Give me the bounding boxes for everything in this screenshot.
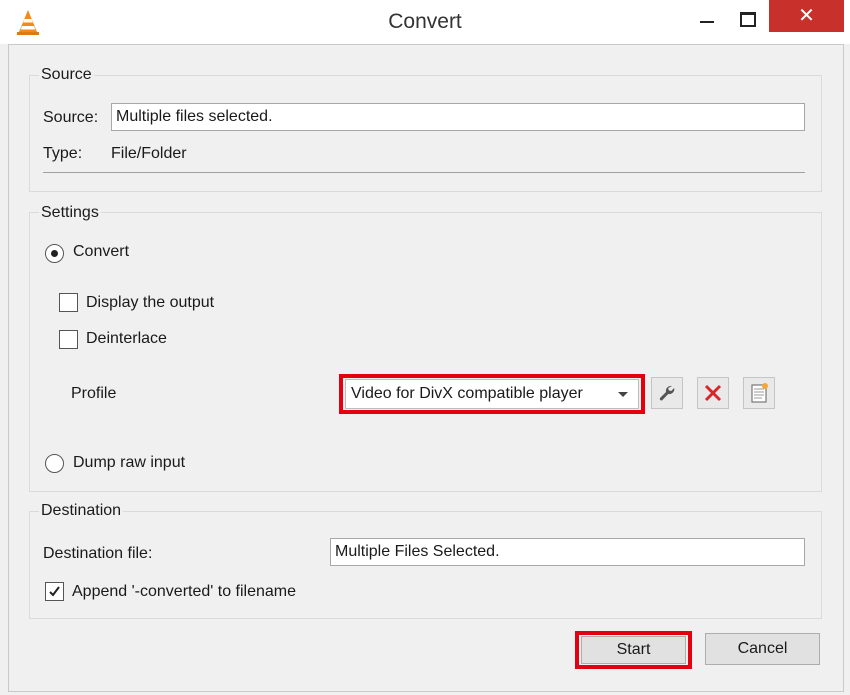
source-divider [43, 172, 805, 173]
radio-selected-dot [51, 250, 58, 257]
convert-radio[interactable] [45, 244, 64, 263]
source-group [29, 75, 822, 192]
delete-profile-button[interactable] [697, 377, 729, 409]
maximize-button[interactable] [730, 6, 764, 34]
deinterlace-label[interactable]: Deinterlace [86, 330, 167, 348]
profile-label: Profile [71, 385, 117, 402]
edit-profile-button[interactable] [651, 377, 683, 409]
cancel-button[interactable]: Cancel [705, 633, 820, 665]
append-converted-checkbox[interactable] [45, 582, 64, 601]
type-label: Type: [43, 145, 83, 162]
close-icon: ✕ [798, 5, 815, 27]
convert-radio-label[interactable]: Convert [73, 243, 129, 261]
chevron-down-icon [618, 392, 628, 397]
close-button[interactable]: ✕ [769, 0, 844, 32]
source-group-label: Source [39, 66, 94, 84]
minimize-button[interactable] [690, 6, 724, 34]
checkmark-icon [49, 586, 60, 597]
new-profile-icon [751, 383, 768, 403]
type-value: File/Folder [111, 145, 187, 162]
destination-group-label: Destination [39, 502, 124, 520]
new-profile-button[interactable] [743, 377, 775, 409]
display-output-label[interactable]: Display the output [86, 294, 214, 312]
maximize-icon [740, 12, 756, 27]
deinterlace-checkbox[interactable] [59, 330, 78, 349]
destination-file-label: Destination file: [43, 545, 153, 562]
minimize-icon [700, 21, 714, 23]
settings-group-label: Settings [39, 204, 101, 222]
display-output-checkbox[interactable] [59, 293, 78, 312]
settings-group [29, 212, 822, 492]
start-button[interactable]: Start [581, 636, 686, 664]
dump-raw-label[interactable]: Dump raw input [73, 454, 185, 472]
source-field[interactable]: Multiple files selected. [111, 103, 805, 131]
profile-dropdown-value: Video for DivX compatible player [351, 385, 583, 402]
delete-x-icon [704, 384, 722, 402]
source-label: Source: [43, 109, 99, 126]
wrench-icon [659, 385, 675, 401]
dump-raw-radio[interactable] [45, 454, 64, 473]
destination-file-field[interactable]: Multiple Files Selected. [330, 538, 805, 566]
profile-dropdown[interactable]: Video for DivX compatible player [345, 379, 639, 409]
append-converted-label[interactable]: Append '-converted' to filename [72, 583, 296, 601]
title-bar: Convert ✕ [0, 0, 850, 44]
